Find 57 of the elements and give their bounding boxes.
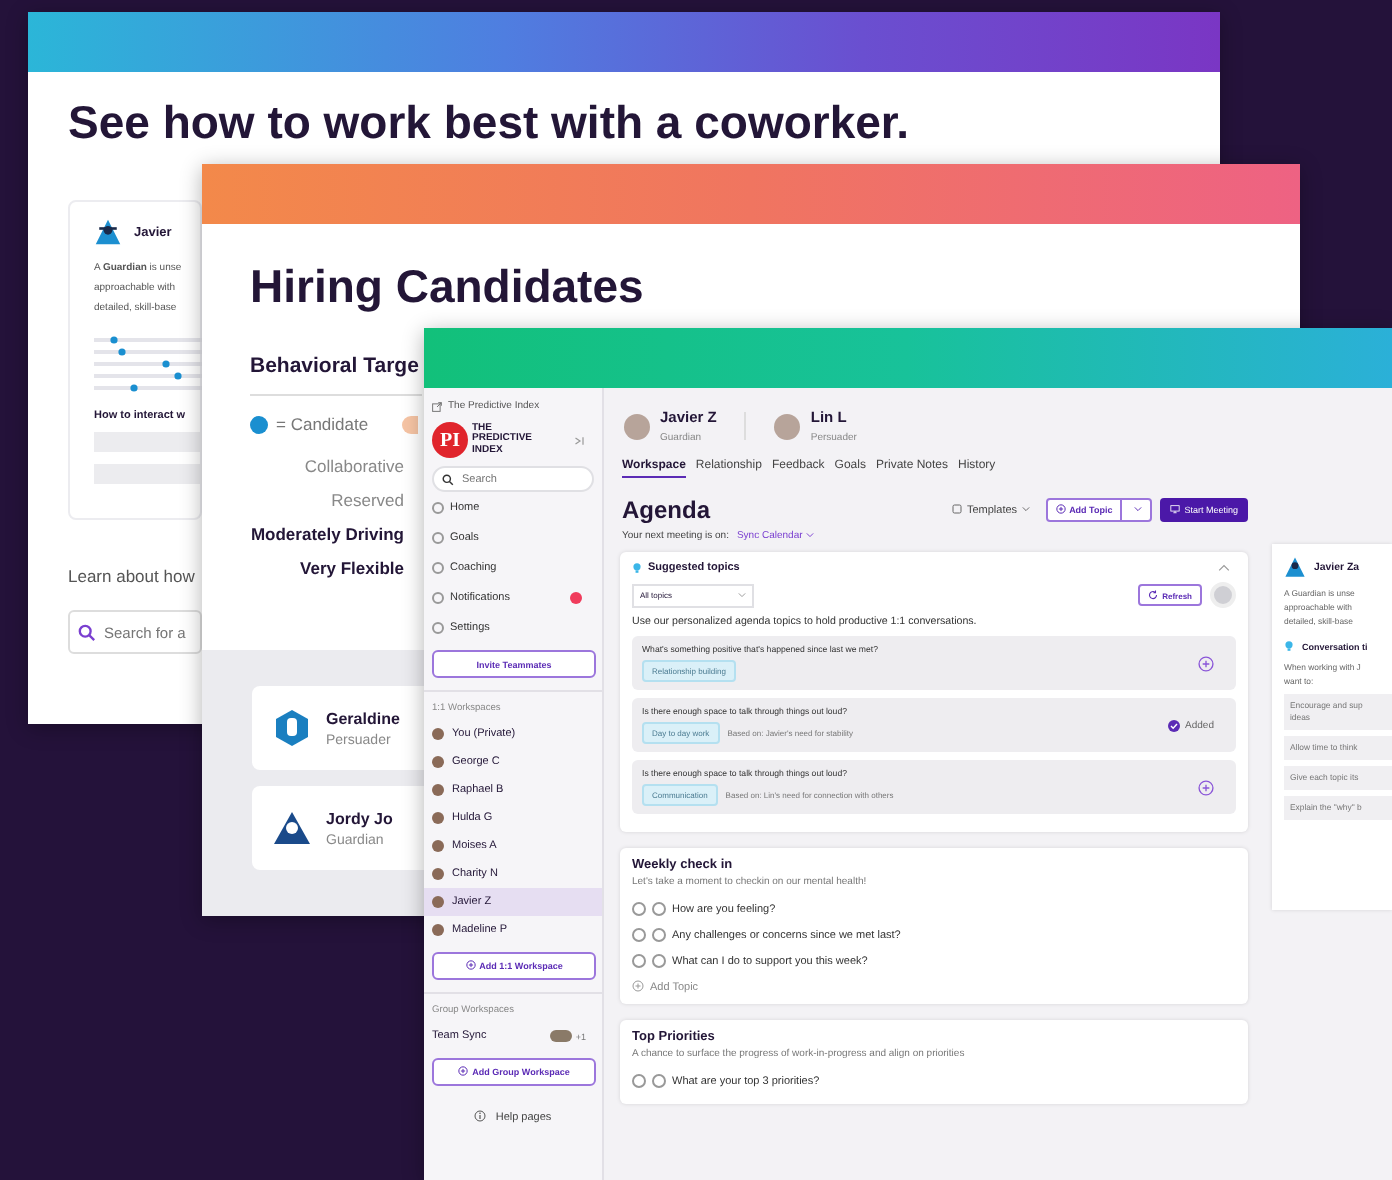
dropdown-button[interactable] (1122, 498, 1153, 522)
caret-icon (1134, 506, 1143, 512)
checkbox-circle[interactable] (632, 954, 646, 968)
avatar-circle (624, 413, 650, 439)
triangle-figure-icon (94, 218, 122, 246)
plus-circle-icon (1055, 504, 1066, 515)
caret-icon (1021, 505, 1030, 512)
settings-icon[interactable] (1210, 582, 1236, 608)
page-title: Hiring Candidates (250, 260, 646, 314)
nav-icon (432, 501, 444, 513)
logo-badge: PI (432, 422, 468, 458)
refresh-icon (1148, 589, 1159, 600)
lightbulb-icon (1284, 640, 1294, 652)
avatar-circle (652, 928, 666, 942)
collapse-icon[interactable] (574, 435, 586, 445)
section-heading: Behavioral Targe (250, 354, 422, 396)
avatar-circle (652, 1074, 666, 1088)
trait-label: Reserved (331, 490, 404, 510)
add-circle-icon[interactable] (1198, 655, 1214, 671)
agenda-title: Agenda (622, 496, 711, 524)
template-icon (952, 503, 963, 514)
trait-label: Very Flexible (300, 558, 404, 578)
monitor-icon (1170, 504, 1181, 515)
external-link-icon (432, 401, 442, 411)
avatar-circle (774, 413, 801, 439)
nav-icon (432, 621, 444, 633)
hexagon-figure-icon (272, 708, 312, 748)
add-circle-icon[interactable] (1198, 779, 1214, 795)
legend-label: = Candidate (276, 414, 369, 434)
search-icon (78, 623, 96, 641)
nav-icon (432, 591, 444, 603)
avatar-circle (652, 902, 666, 916)
checkbox-circle[interactable] (632, 928, 646, 942)
caret-icon (806, 531, 815, 537)
avatar-stack-icon (549, 1030, 572, 1042)
page-title: See how to work best with a coworker. (68, 96, 911, 150)
chevron-up-icon[interactable] (1218, 564, 1230, 572)
nav-icon (432, 561, 444, 573)
checkbox-circle[interactable] (632, 1074, 646, 1088)
avatar-circle (652, 954, 666, 968)
plus-circle-icon (465, 960, 476, 971)
search-icon (442, 473, 454, 485)
info-icon (474, 1110, 487, 1122)
nav-icon (432, 531, 444, 543)
triangle-figure-icon (272, 808, 312, 848)
lightbulb-icon (632, 562, 642, 574)
trait-label: Collaborative (304, 456, 404, 476)
triangle-figure-icon (1284, 556, 1306, 578)
candidate-dot-icon (250, 415, 268, 433)
learn-label: Learn about how (68, 566, 195, 586)
plus-circle-icon (458, 1066, 469, 1077)
candidate-name: Geraldine (326, 709, 400, 727)
caret-icon (738, 592, 746, 598)
plus-circle-icon (632, 980, 644, 992)
checkbox-circle[interactable] (632, 902, 646, 916)
trait-label: Moderately Driving (250, 524, 404, 544)
candidate-name: Jordy Jo (326, 809, 393, 827)
